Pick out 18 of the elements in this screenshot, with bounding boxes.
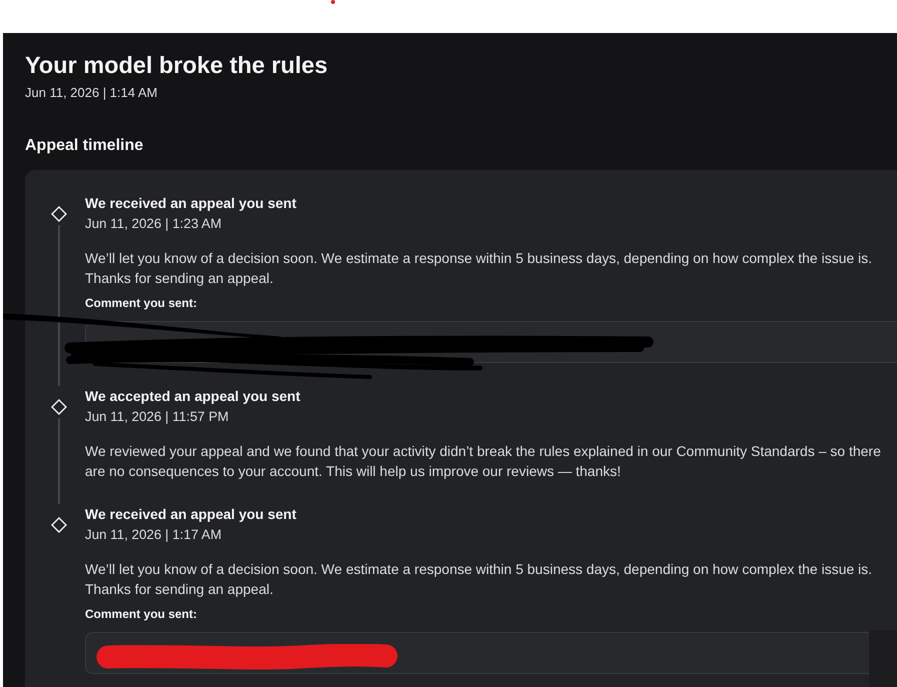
- event-title: We accepted an appeal you sent: [85, 387, 302, 406]
- diamond-icon: [51, 206, 67, 222]
- event-date: Jun 11, 2026 | 11:57 PM: [85, 408, 230, 426]
- dot-icon: [331, 0, 335, 4]
- event-text: We’ll let you know of a decision soon. We estimate a response within 5 business days, depending on how complex the issue is. Thanks for sending an appeal.: [85, 249, 874, 288]
- page-date: Jun 11, 2026 | 1:14 AM: [25, 84, 159, 102]
- section-heading: Appeal timeline: [25, 136, 144, 156]
- event-date: Jun 11, 2026 | 1:23 AM: [85, 215, 222, 233]
- diamond-icon: [51, 399, 67, 415]
- event-text: We reviewed your appeal and we found that your activity didn’t break the rules explained in our Community Standards – so there are no consequences to your account. This will help us improve our reviews — thanks!: [85, 442, 882, 481]
- comment-label: Comment you sent:: [85, 606, 198, 622]
- event-date: Jun 11, 2026 | 1:17 AM: [85, 526, 222, 544]
- comment-label: Comment you sent:: [85, 295, 198, 311]
- diamond-icon: [51, 517, 67, 533]
- event-text: We’ll let you know of a decision soon. We estimate a response within 5 business days, depending on how complex the issue is. Thanks for sending an appeal.: [85, 560, 874, 599]
- event-title: We received an appeal you sent: [85, 505, 298, 524]
- event-title: We received an appeal you sent: [85, 194, 298, 213]
- page-title: Your model broke the rules: [25, 51, 329, 79]
